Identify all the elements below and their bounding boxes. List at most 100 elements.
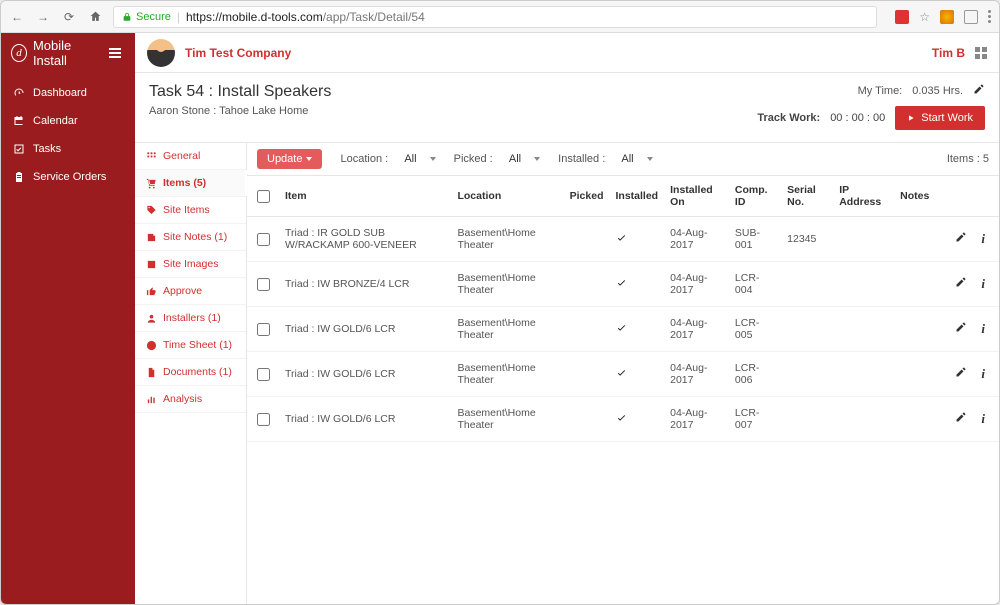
cell-location: Basement\Home Theater: [451, 217, 563, 262]
edit-row-button[interactable]: [955, 366, 967, 378]
cell-installed-on: 04-Aug-2017: [664, 307, 729, 352]
forward-button[interactable]: →: [35, 10, 51, 24]
cell-installed: [610, 352, 665, 397]
extension-icon[interactable]: [964, 10, 978, 24]
checkbox-icon: [13, 143, 25, 155]
panel-item-items[interactable]: Items (5): [135, 170, 246, 197]
primary-sidebar: d Mobile Install Dashboard Calendar Task…: [1, 33, 135, 604]
col-picked[interactable]: Picked: [564, 176, 610, 217]
user-name[interactable]: Tim B: [932, 46, 965, 60]
chart-icon: [145, 394, 157, 405]
edit-row-button[interactable]: [955, 231, 967, 243]
col-notes[interactable]: Notes: [894, 176, 935, 217]
edit-row-button[interactable]: [955, 411, 967, 423]
back-button[interactable]: ←: [9, 10, 25, 24]
info-row-button[interactable]: i: [981, 231, 985, 247]
col-comp-id[interactable]: Comp. ID: [729, 176, 781, 217]
edit-my-time-button[interactable]: [973, 83, 985, 98]
info-row-button[interactable]: i: [981, 276, 985, 292]
cell-installed-on: 04-Aug-2017: [664, 397, 729, 442]
panel-item-general[interactable]: General: [135, 143, 246, 170]
sidebar-item-tasks[interactable]: Tasks: [1, 135, 135, 163]
caret-down-icon: [534, 157, 540, 161]
sidebar-item-label: Dashboard: [33, 87, 87, 99]
filter-picked[interactable]: Picked : All: [454, 153, 541, 165]
thumbs-up-icon: [145, 286, 157, 297]
table-row: Triad : IW BRONZE/4 LCRBasement\Home The…: [247, 262, 999, 307]
panel-item-documents[interactable]: Documents (1): [135, 359, 246, 386]
cell-item: Triad : IW GOLD/6 LCR: [279, 307, 451, 352]
check-icon: [616, 279, 627, 291]
info-row-button[interactable]: i: [981, 321, 985, 337]
panel-item-site-items[interactable]: Site Items: [135, 197, 246, 224]
panel-item-site-notes[interactable]: Site Notes (1): [135, 224, 246, 251]
cell-picked: [564, 262, 610, 307]
cell-serial-no: 12345: [781, 217, 833, 262]
panel-item-label: Site Images: [163, 258, 218, 270]
row-checkbox[interactable]: [257, 278, 270, 291]
sidebar-item-service-orders[interactable]: Service Orders: [1, 163, 135, 191]
cell-picked: [564, 307, 610, 352]
col-serial-no[interactable]: Serial No.: [781, 176, 833, 217]
tab-content: Update Location : All Picked : All Insta…: [247, 143, 999, 604]
info-row-button[interactable]: i: [981, 366, 985, 382]
cell-notes: [894, 262, 935, 307]
app-grid-icon[interactable]: [975, 47, 987, 59]
sidebar-item-label: Service Orders: [33, 171, 106, 183]
start-work-button[interactable]: Start Work: [895, 106, 985, 130]
col-installed-on[interactable]: Installed On: [664, 176, 729, 217]
update-button[interactable]: Update: [257, 149, 322, 169]
panel-item-time-sheet[interactable]: Time Sheet (1): [135, 332, 246, 359]
browser-chrome: ← → ⟳ Secure | https://mobile.d-tools.co…: [1, 1, 999, 33]
reload-button[interactable]: ⟳: [61, 10, 77, 24]
sidebar-item-dashboard[interactable]: Dashboard: [1, 79, 135, 107]
home-button[interactable]: [87, 10, 103, 23]
cell-picked: [564, 397, 610, 442]
sidebar-item-calendar[interactable]: Calendar: [1, 107, 135, 135]
panel-item-site-images[interactable]: Site Images: [135, 251, 246, 278]
image-icon: [145, 259, 157, 270]
address-bar[interactable]: Secure | https://mobile.d-tools.com/app/…: [113, 6, 877, 28]
cell-item: Triad : IR GOLD SUB W/RACKAMP 600-VENEER: [279, 217, 451, 262]
info-row-button[interactable]: i: [981, 411, 985, 427]
cell-installed: [610, 262, 665, 307]
track-work-timer: 00 : 00 : 00: [830, 112, 885, 124]
edit-row-button[interactable]: [955, 321, 967, 333]
col-item[interactable]: Item: [279, 176, 451, 217]
items-table: Item Location Picked Installed Installed…: [247, 176, 999, 442]
sidebar-toggle[interactable]: [105, 44, 125, 62]
cell-installed: [610, 217, 665, 262]
filter-location[interactable]: Location : All: [340, 153, 435, 165]
cell-notes: [894, 397, 935, 442]
filter-bar: Update Location : All Picked : All Insta…: [247, 143, 999, 176]
row-checkbox[interactable]: [257, 233, 270, 246]
col-installed[interactable]: Installed: [610, 176, 665, 217]
panel-item-installers[interactable]: Installers (1): [135, 305, 246, 332]
col-ip-address[interactable]: IP Address: [833, 176, 894, 217]
panel-item-label: Time Sheet (1): [163, 339, 232, 351]
check-icon: [616, 414, 627, 426]
cell-ip-address: [833, 352, 894, 397]
col-location[interactable]: Location: [451, 176, 563, 217]
start-work-label: Start Work: [921, 112, 973, 124]
select-all-checkbox[interactable]: [257, 190, 270, 203]
app-shell: d Mobile Install Dashboard Calendar Task…: [1, 33, 999, 604]
row-checkbox[interactable]: [257, 323, 270, 336]
users-icon: [145, 313, 157, 324]
browser-menu-icon[interactable]: [988, 10, 991, 23]
extension-icon[interactable]: [895, 10, 909, 24]
panel-item-approve[interactable]: Approve: [135, 278, 246, 305]
cell-serial-no: [781, 397, 833, 442]
edit-row-button[interactable]: [955, 276, 967, 288]
extension-icon[interactable]: [940, 10, 954, 24]
bookmark-star-icon[interactable]: ☆: [919, 10, 930, 24]
my-time-value: 0.035 Hrs.: [912, 85, 963, 97]
caret-down-icon: [647, 157, 653, 161]
panel-item-analysis[interactable]: Analysis: [135, 386, 246, 413]
tag-icon: [145, 205, 157, 216]
cell-ip-address: [833, 307, 894, 352]
secure-badge: Secure: [122, 11, 171, 23]
row-checkbox[interactable]: [257, 413, 270, 426]
row-checkbox[interactable]: [257, 368, 270, 381]
filter-installed[interactable]: Installed : All: [558, 153, 653, 165]
